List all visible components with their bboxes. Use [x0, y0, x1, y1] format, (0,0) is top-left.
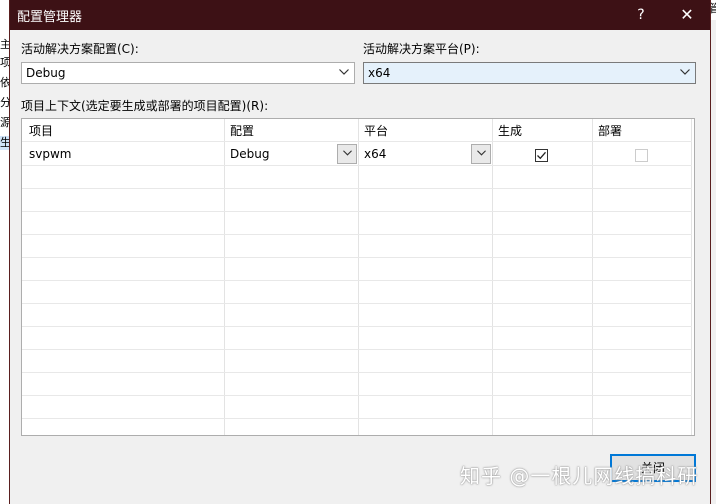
column-divider [492, 119, 493, 435]
bg-char: 生 [0, 136, 11, 150]
configuration-cell-value: Debug [230, 147, 270, 161]
row-divider [22, 395, 692, 396]
checkmark-icon [537, 151, 546, 160]
project-context-grid[interactable]: 项目 配置 平台 生成 部署 svpwm Debug x64 [21, 118, 695, 436]
column-divider [358, 119, 359, 435]
row-divider [22, 141, 692, 142]
chevron-down-icon [675, 63, 695, 83]
dialog-title: 配置管理器 [17, 10, 83, 25]
row-divider [22, 188, 692, 189]
column-divider [224, 119, 225, 435]
active-config-label: 活动解决方案配置(C): [21, 42, 139, 56]
row-divider [22, 303, 692, 304]
row-divider [22, 280, 692, 281]
platform-cell-select[interactable]: x64 [359, 144, 491, 164]
row-divider [22, 326, 692, 327]
row-divider [22, 234, 692, 235]
active-platform-select[interactable]: x64 [363, 62, 696, 84]
help-icon: ? [637, 7, 645, 23]
background-window-left: 主 项 依 分 源 生 [0, 0, 11, 504]
project-name-cell[interactable]: svpwm [29, 147, 71, 161]
column-header-platform[interactable]: 平台 [364, 122, 388, 139]
active-platform-value: x64 [368, 66, 391, 80]
project-context-label: 项目上下文(选定要生成或部署的项目配置)(R): [21, 99, 269, 113]
column-header-deploy[interactable]: 部署 [598, 122, 622, 139]
row-divider [22, 257, 692, 258]
chevron-down-icon[interactable] [337, 144, 357, 164]
column-header-configuration[interactable]: 配置 [230, 122, 254, 139]
active-platform-label: 活动解决方案平台(P): [363, 42, 480, 56]
configuration-cell-select[interactable]: Debug [225, 144, 357, 164]
configuration-manager-dialog: 配置管理器 ? ✕ 活动解决方案配置(C): Debug 活动解决方案平台(P)… [9, 0, 711, 504]
chevron-down-icon [334, 63, 354, 83]
title-bar[interactable]: 配置管理器 ? ✕ [10, 0, 710, 30]
row-divider [22, 211, 692, 212]
row-divider [22, 165, 692, 166]
row-divider [22, 418, 692, 419]
column-divider [592, 119, 593, 435]
watermark-text: 知乎 @一根儿网线搞科研 [460, 464, 699, 488]
close-icon: ✕ [680, 5, 694, 24]
active-config-value: Debug [26, 66, 66, 80]
row-divider [22, 349, 692, 350]
deploy-checkbox[interactable] [635, 149, 648, 162]
build-checkbox[interactable] [535, 149, 548, 162]
help-button[interactable]: ? [618, 0, 664, 30]
platform-cell-value: x64 [364, 147, 387, 161]
column-header-build[interactable]: 生成 [498, 122, 522, 139]
column-header-project[interactable]: 项目 [29, 122, 53, 139]
close-title-button[interactable]: ✕ [664, 0, 710, 30]
column-divider [691, 119, 692, 435]
chevron-down-icon[interactable] [471, 144, 491, 164]
active-config-select[interactable]: Debug [21, 62, 355, 84]
row-divider [22, 372, 692, 373]
